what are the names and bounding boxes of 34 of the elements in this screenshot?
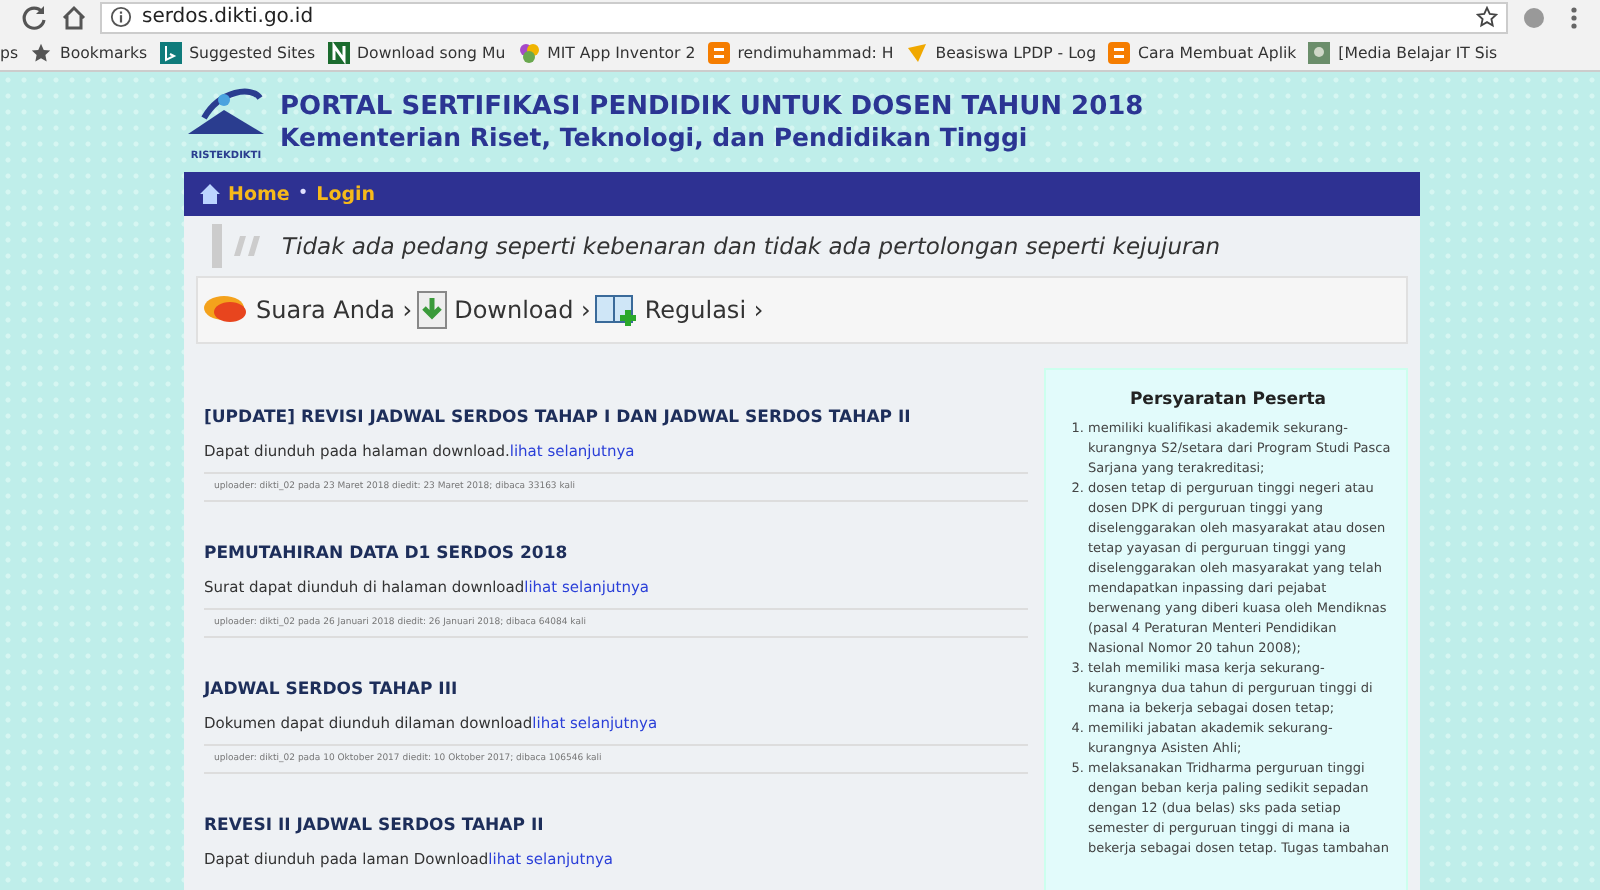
speech-bubble-icon — [202, 294, 250, 326]
article-title[interactable]: [UPDATE] REVISI JADWAL SERDOS TAHAP I DAN JADWAL SERDOS TAHAP II — [204, 408, 1028, 428]
quick-link[interactable]: Download › — [416, 290, 591, 330]
quote-bar — [212, 224, 222, 268]
nav-link[interactable]: Home — [228, 183, 290, 205]
site-subtitle: Kementerian Riset, Teknologi, dan Pendidikan Tinggi — [280, 122, 1030, 152]
nav-link[interactable]: Login — [316, 183, 376, 205]
star-icon — [30, 41, 53, 63]
home-icon[interactable] — [200, 184, 220, 204]
site-favicon-icon — [517, 41, 540, 63]
site-title: PORTAL SERTIFIKASI PENDIDIK UNTUK DOSEN TAHUN 2018 — [280, 92, 1144, 122]
article-title[interactable]: PEMUTAHIRAN DATA D1 SERDOS 2018 — [204, 544, 1028, 564]
extension-icon[interactable] — [1520, 3, 1548, 31]
bookmark-star-icon[interactable] — [1476, 6, 1498, 28]
address-bar[interactable]: serdos.dikti.go.id — [100, 1, 1508, 33]
reload-icon[interactable] — [20, 3, 48, 31]
quote-text: Tidak ada pedang seperti kebenaran dan tidak ada pertolongan seperti kejujuran — [282, 232, 1221, 260]
panel-title: Persyaratan Peserta — [1127, 390, 1329, 410]
download-icon — [416, 290, 449, 330]
info-icon — [110, 6, 132, 28]
site-favicon-icon — [159, 41, 182, 63]
home-icon[interactable] — [60, 3, 88, 31]
quick-link[interactable]: Suara Anda › — [202, 294, 413, 326]
site-favicon-icon — [327, 41, 350, 63]
separator-dot: • — [297, 184, 309, 204]
article-title[interactable]: JADWAL SERDOS TAHAP III — [204, 680, 1028, 700]
site-favicon-icon — [707, 41, 730, 63]
site-favicon-icon — [1308, 41, 1331, 63]
site-favicon-icon — [905, 41, 928, 63]
book-icon — [594, 292, 639, 328]
quote-mark-icon — [234, 236, 262, 256]
article-title[interactable]: REVESI II JADWAL SERDOS TAHAP II — [204, 816, 1028, 836]
site-favicon-icon — [1108, 41, 1131, 63]
quick-link[interactable]: Regulasi › — [594, 292, 764, 328]
